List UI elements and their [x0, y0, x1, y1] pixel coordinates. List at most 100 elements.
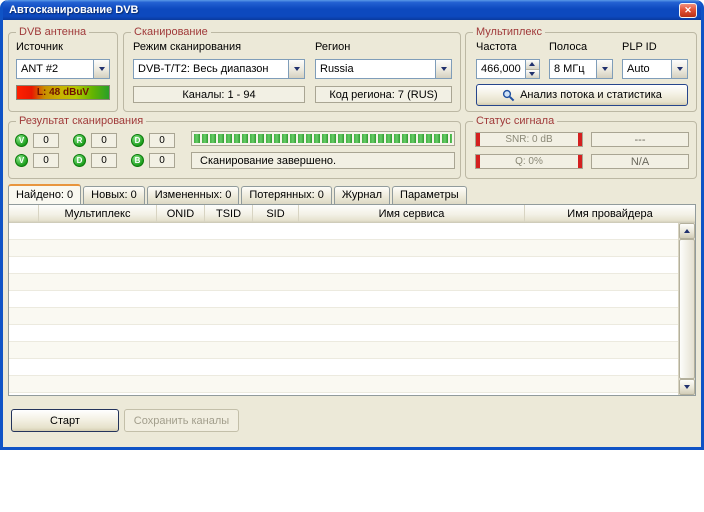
title-bar[interactable]: Автосканирование DVB ✕	[3, 0, 701, 20]
indicator-v1: V 0	[15, 133, 59, 148]
table-body-empty	[9, 223, 678, 395]
indicator-count: 0	[149, 133, 175, 148]
scan-mode-value: DVB-T/T2: Весь диапазон	[134, 63, 288, 75]
window-title: Автосканирование DVB	[9, 4, 679, 16]
scroll-up-button[interactable]	[679, 223, 695, 239]
bar-cap-icon	[578, 133, 582, 146]
column-header-multiplex[interactable]: Мультиплекс	[39, 205, 157, 222]
status-dot-icon: V	[15, 134, 28, 147]
status-dot-icon: R	[73, 134, 86, 147]
snr-label: SNR: 0 dB	[505, 134, 552, 145]
status-dot-icon: B	[131, 154, 144, 167]
scroll-down-button[interactable]	[679, 379, 695, 395]
chevron-down-icon	[596, 60, 612, 78]
antenna-source-select[interactable]: ANT #2	[16, 59, 110, 79]
region-select[interactable]: Russia	[315, 59, 452, 79]
indicator-b: B 0	[131, 153, 175, 168]
indicator-v2: V 0	[15, 153, 59, 168]
indicator-d2: D 0	[73, 153, 117, 168]
group-scanning: Сканирование Режим сканирования DVB-T/T2…	[123, 32, 461, 112]
group-title-scan-result: Результат сканирования	[16, 115, 146, 128]
tab-changed[interactable]: Измененных: 0	[147, 186, 240, 204]
spin-down-button[interactable]	[526, 70, 539, 79]
frequency-value: 466,000	[477, 60, 525, 78]
quality-bar: Q: 0%	[475, 154, 583, 169]
arrow-down-icon	[684, 385, 690, 389]
scan-mode-label: Режим сканирования	[133, 41, 241, 53]
indicator-count: 0	[149, 153, 175, 168]
analyze-stream-label: Анализ потока и статистика	[520, 89, 662, 101]
indicator-count: 0	[91, 133, 117, 148]
region-label: Регион	[315, 41, 350, 53]
bar-cap-icon	[578, 155, 582, 168]
spin-up-button[interactable]	[526, 60, 539, 70]
column-header-provider-name[interactable]: Имя провайдера	[525, 205, 695, 222]
frequency-spinner[interactable]: 466,000	[476, 59, 540, 79]
analyze-stream-button[interactable]: Анализ потока и статистика	[476, 84, 688, 106]
channels-table: Мультиплекс ONID TSID SID Имя сервиса Им…	[8, 204, 696, 396]
indicator-d1: D 0	[131, 133, 175, 148]
region-value: Russia	[316, 63, 435, 75]
scrollbar-thumb[interactable]	[679, 239, 695, 379]
antenna-source-value: ANT #2	[17, 63, 93, 75]
chevron-down-icon	[435, 60, 451, 78]
signal-level-meter: L: 48 dBuV	[16, 85, 110, 100]
indicator-count: 0	[33, 153, 59, 168]
tab-new[interactable]: Новых: 0	[83, 186, 145, 204]
group-title-signal-status: Статус сигнала	[473, 115, 557, 128]
region-code-field: Код региона: 7 (RUS)	[315, 86, 452, 103]
bandwidth-label: Полоса	[549, 41, 587, 53]
tab-lost[interactable]: Потерянных: 0	[241, 186, 332, 204]
signal-level-text: L: 48 dBuV	[17, 87, 109, 98]
start-button[interactable]: Старт	[11, 409, 119, 432]
tab-parameters[interactable]: Параметры	[392, 186, 467, 204]
group-signal-status: Статус сигнала SNR: 0 dB --- Q: 0% N/A	[465, 121, 697, 179]
group-multiplex: Мультиплекс Частота 466,000 Полоса 8 МГц…	[465, 32, 697, 112]
scan-progress-fill	[194, 134, 452, 143]
client-area: DVB антенна Источник ANT #2 L: 48 dBuV С…	[3, 20, 701, 447]
column-header-tsid[interactable]: TSID	[205, 205, 253, 222]
bandwidth-select[interactable]: 8 МГц	[549, 59, 613, 79]
column-header-sid[interactable]: SID	[253, 205, 299, 222]
bar-cap-icon	[476, 155, 480, 168]
column-header-select[interactable]	[9, 205, 39, 222]
channels-range-field: Каналы: 1 - 94	[133, 86, 305, 103]
status-dot-icon: V	[15, 154, 28, 167]
scrollbar-track[interactable]	[679, 239, 695, 379]
arrow-up-icon	[529, 62, 535, 66]
source-label: Источник	[16, 41, 63, 53]
indicator-count: 0	[33, 133, 59, 148]
chevron-down-icon	[671, 60, 687, 78]
group-dvb-antenna: DVB антенна Источник ANT #2 L: 48 dBuV	[8, 32, 118, 112]
column-header-service-name[interactable]: Имя сервиса	[299, 205, 525, 222]
group-title-antenna: DVB антенна	[16, 26, 89, 39]
arrow-up-icon	[684, 229, 690, 233]
status-dot-icon: D	[131, 134, 144, 147]
autoscan-dialog: Автосканирование DVB ✕ DVB антенна Источ…	[0, 0, 704, 450]
tab-found[interactable]: Найдено: 0	[8, 184, 81, 204]
search-icon	[502, 89, 515, 102]
plp-id-select[interactable]: Auto	[622, 59, 688, 79]
indicator-r: R 0	[73, 133, 117, 148]
table-header: Мультиплекс ONID TSID SID Имя сервиса Им…	[9, 205, 695, 223]
bar-cap-icon	[476, 133, 480, 146]
status-dot-icon: D	[73, 154, 86, 167]
frequency-label: Частота	[476, 41, 517, 53]
scan-mode-select[interactable]: DVB-T/T2: Весь диапазон	[133, 59, 305, 79]
table-scrollbar[interactable]	[678, 223, 695, 395]
result-tabs: Найдено: 0 Новых: 0 Измененных: 0 Потеря…	[8, 184, 469, 204]
scan-status-field: Сканирование завершено.	[191, 152, 455, 169]
close-button[interactable]: ✕	[679, 3, 697, 18]
tab-log[interactable]: Журнал	[334, 186, 390, 204]
indicator-count: 0	[91, 153, 117, 168]
arrow-down-icon	[529, 72, 535, 76]
scan-progress-bar	[191, 131, 455, 146]
group-scan-result: Результат сканирования V 0 R 0 D 0 V 0 D…	[8, 121, 461, 179]
group-title-scanning: Сканирование	[131, 26, 211, 39]
save-channels-button[interactable]: Сохранить каналы	[124, 409, 239, 432]
plp-id-value: Auto	[623, 63, 671, 75]
spinner-buttons	[525, 60, 539, 78]
plp-id-label: PLP ID	[622, 41, 657, 53]
column-header-onid[interactable]: ONID	[157, 205, 205, 222]
group-title-multiplex: Мультиплекс	[473, 26, 545, 39]
